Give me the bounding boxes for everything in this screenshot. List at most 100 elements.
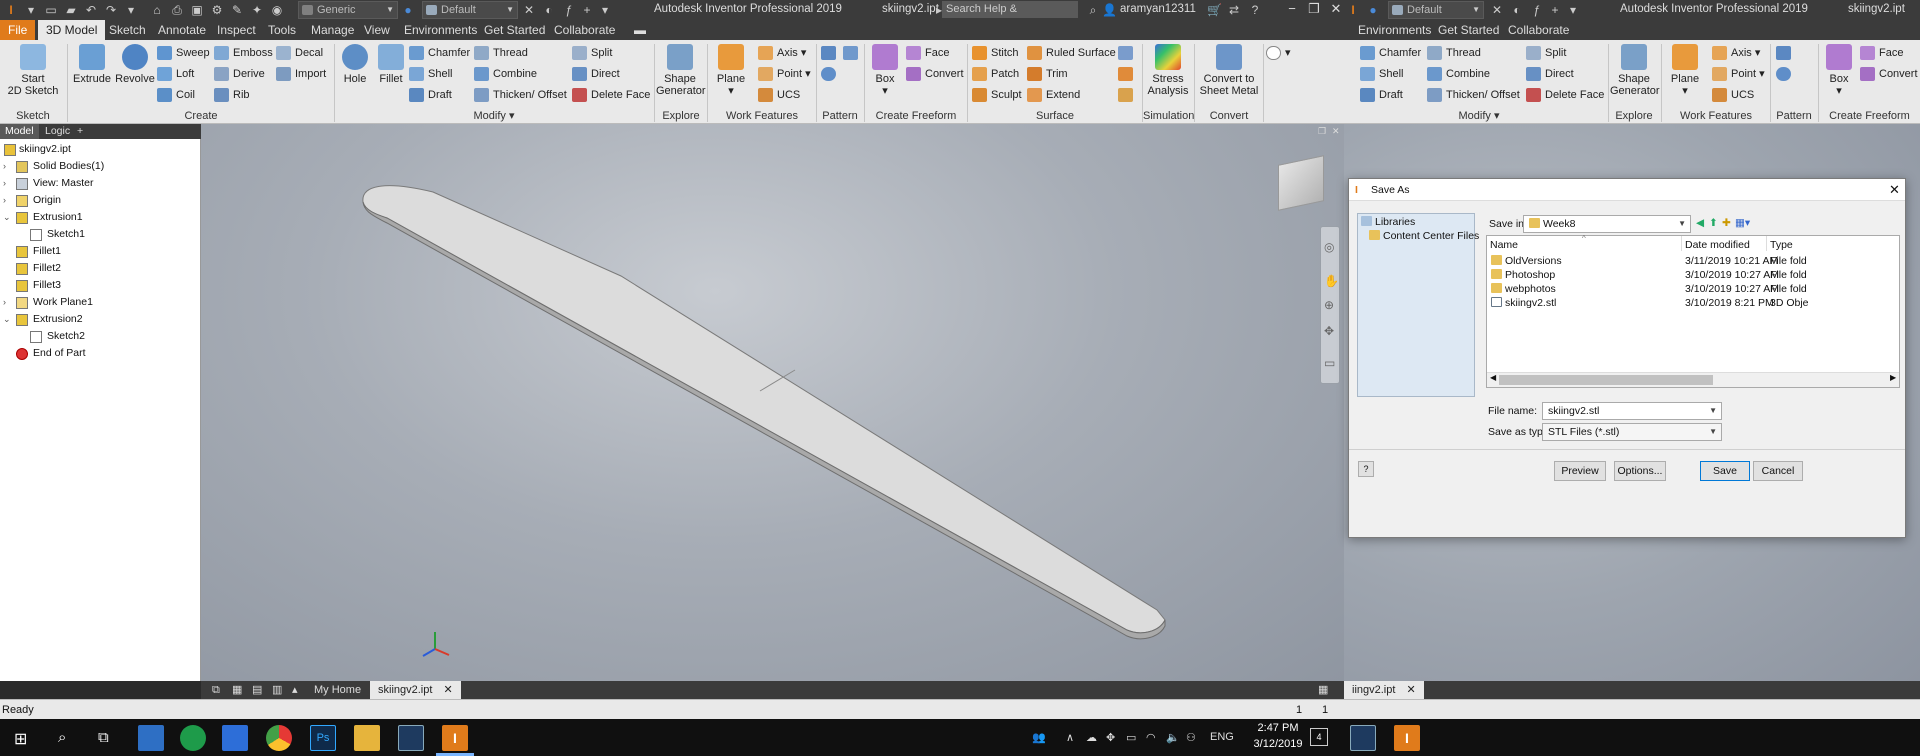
loft-button[interactable]: Loft bbox=[157, 65, 194, 83]
clock-time[interactable]: 2:47 PM bbox=[1250, 722, 1306, 734]
patch-button[interactable]: Patch bbox=[972, 65, 1019, 83]
expand-icon[interactable]: › bbox=[3, 192, 6, 209]
chamfer-button[interactable]: Chamfer bbox=[409, 44, 470, 62]
add-icon[interactable]: + bbox=[580, 2, 594, 18]
user-name[interactable]: aramyan12311 bbox=[1120, 3, 1196, 15]
search-icon[interactable]: ⌕ bbox=[1086, 2, 1100, 18]
extrude-button[interactable]: Extrude bbox=[71, 44, 113, 85]
update-icon[interactable]: ✦ bbox=[250, 2, 264, 18]
customize-qat-icon[interactable]: ▾ bbox=[598, 2, 612, 18]
network-icon[interactable]: ⚇ bbox=[1186, 731, 1196, 744]
print-icon[interactable]: ⎙ bbox=[170, 2, 184, 18]
pan-hand-icon[interactable]: ✋ bbox=[1324, 274, 1339, 288]
close-icon[interactable]: ✕ bbox=[1326, 0, 1346, 20]
save-in-dropdown[interactable]: Week8 ▼ bbox=[1523, 215, 1691, 233]
tab-tools[interactable]: Tools bbox=[260, 20, 304, 40]
thicken-button-right[interactable]: Thicken/ Offset bbox=[1427, 86, 1520, 104]
adjust-icon-right[interactable]: ◐ bbox=[1510, 2, 1524, 18]
tab-get-started[interactable]: Get Started bbox=[476, 20, 553, 40]
mirror-button[interactable] bbox=[843, 44, 863, 62]
save-button[interactable]: Save bbox=[1700, 461, 1750, 481]
shape-generator-button[interactable]: Shape Generator bbox=[656, 44, 706, 97]
remote-desktop-icon[interactable] bbox=[222, 725, 248, 751]
stitch-button[interactable]: Stitch bbox=[972, 44, 1019, 62]
tree-item-fillet3[interactable]: Fillet3 bbox=[0, 277, 61, 294]
surface-tool-1-button[interactable] bbox=[1118, 44, 1138, 62]
appearance-icon[interactable]: ◉ bbox=[270, 2, 284, 18]
convert-button-right[interactable]: Convert bbox=[1860, 65, 1918, 83]
measure-icon[interactable]: ✎ bbox=[230, 2, 244, 18]
wifi-icon[interactable]: ◠ bbox=[1146, 731, 1156, 744]
collapse-icon[interactable]: ⌄ bbox=[3, 209, 11, 226]
delete-face-button[interactable]: Delete Face bbox=[572, 86, 650, 104]
tree-item-fillet2[interactable]: Fillet2 bbox=[0, 260, 61, 277]
tree-item-extrusion1[interactable]: ⌄ Extrusion1 bbox=[0, 209, 83, 226]
tab-environments[interactable]: Environments bbox=[396, 20, 485, 40]
place-content-center[interactable]: Content Center Files bbox=[1369, 230, 1479, 242]
combine-button[interactable]: Combine bbox=[474, 65, 537, 83]
tree-item-work-plane1[interactable]: › Work Plane1 bbox=[0, 294, 93, 311]
tree-item-part[interactable]: skiingv2.ipt bbox=[0, 141, 71, 158]
task-view-icon[interactable]: ⧉ bbox=[98, 729, 109, 746]
axis-button-right[interactable]: Axis ▾ bbox=[1712, 44, 1760, 62]
photos-icon-right[interactable] bbox=[1350, 725, 1376, 751]
tree-item-view-master[interactable]: › View: Master bbox=[0, 175, 94, 192]
combine-button-right[interactable]: Combine bbox=[1427, 65, 1490, 83]
hole-button[interactable]: Hole bbox=[338, 44, 372, 85]
search-input[interactable]: Search Help & Commands... bbox=[942, 1, 1078, 32]
import-button[interactable]: Import bbox=[276, 65, 326, 83]
view-menu-icon[interactable]: ▦▾ bbox=[1735, 217, 1750, 229]
color-sphere-icon[interactable]: ● bbox=[401, 2, 415, 18]
hangouts-app-icon[interactable] bbox=[180, 725, 206, 751]
file-name-input[interactable]: skiingv2.stl ▼ bbox=[1542, 402, 1722, 420]
surface-tool-3-button[interactable] bbox=[1118, 86, 1138, 104]
doc-tab-skiingv2-right[interactable]: iingv2.ipt ✕ bbox=[1344, 681, 1424, 699]
cart-icon[interactable]: 🛒 bbox=[1207, 2, 1222, 18]
menu-dropdown-icon[interactable]: ▾ bbox=[24, 2, 38, 18]
calendar-app-icon[interactable] bbox=[138, 725, 164, 751]
tab-inspect[interactable]: Inspect bbox=[209, 20, 264, 40]
draft-button[interactable]: Draft bbox=[409, 86, 452, 104]
tree-item-fillet1[interactable]: Fillet1 bbox=[0, 243, 61, 260]
dialog-help-icon[interactable]: ? bbox=[1358, 461, 1374, 477]
color-sphere-icon-right[interactable]: ● bbox=[1366, 2, 1380, 18]
place-libraries[interactable]: Libraries bbox=[1361, 216, 1415, 228]
photoshop-icon[interactable]: Ps bbox=[310, 725, 336, 751]
open-file-icon[interactable]: ▰ bbox=[64, 2, 78, 18]
axis-button[interactable]: Axis ▾ bbox=[758, 44, 806, 62]
language-indicator[interactable]: ENG bbox=[1210, 731, 1234, 743]
save-icon[interactable]: ▣ bbox=[190, 2, 204, 18]
face-button-right[interactable]: Face bbox=[1860, 44, 1903, 62]
file-explorer-icon[interactable] bbox=[354, 725, 380, 751]
point-button[interactable]: Point ▾ bbox=[758, 65, 811, 83]
preview-button[interactable]: Preview bbox=[1554, 461, 1606, 481]
browser-tab-logic[interactable]: Logic bbox=[40, 124, 75, 139]
volume-icon[interactable]: 🔈 bbox=[1166, 731, 1180, 744]
add-tab-icon[interactable]: + bbox=[72, 124, 88, 139]
tree-item-origin[interactable]: › Origin bbox=[0, 192, 61, 209]
plane-button-right[interactable]: Plane ▾ bbox=[1666, 44, 1704, 97]
tab-collaborate[interactable]: Collaborate bbox=[546, 20, 623, 40]
view-cube-icon[interactable] bbox=[1278, 155, 1324, 211]
direct-button[interactable]: Direct bbox=[572, 65, 620, 83]
ski-model[interactable] bbox=[201, 124, 1344, 681]
dialog-close-icon[interactable]: ✕ bbox=[1889, 182, 1900, 198]
file-row[interactable]: skiingv2.stl 3/10/2019 8:21 PM 3D Obje bbox=[1491, 295, 1899, 312]
new-folder-icon[interactable]: ✚ bbox=[1722, 217, 1731, 229]
tab-annotate[interactable]: Annotate bbox=[150, 20, 214, 40]
coil-button[interactable]: Coil bbox=[157, 86, 195, 104]
look-at-icon[interactable]: ▭ bbox=[1324, 356, 1335, 370]
shell-button-right[interactable]: Shell bbox=[1360, 65, 1403, 83]
circular-pattern-button[interactable] bbox=[821, 65, 841, 83]
rectangular-pattern-button[interactable] bbox=[821, 44, 841, 62]
tab-view[interactable]: View bbox=[356, 20, 398, 40]
ucs-button-right[interactable]: UCS bbox=[1712, 86, 1754, 104]
close-tab-icon[interactable]: ✕ bbox=[1406, 684, 1415, 696]
browser-tab-model[interactable]: Model bbox=[0, 124, 39, 139]
convert-to-sheet-metal-button[interactable]: Convert to Sheet Metal bbox=[1198, 44, 1260, 97]
restore-icon[interactable]: ❐ bbox=[1304, 0, 1324, 20]
doc-tab-skiingv2[interactable]: skiingv2.ipt ✕ bbox=[370, 681, 461, 699]
clear-appearance-icon-right[interactable]: ✕ bbox=[1490, 2, 1504, 18]
fx-icon-right[interactable]: ƒ bbox=[1530, 2, 1544, 18]
tray-expand-icon[interactable]: ∧ bbox=[1066, 731, 1074, 744]
